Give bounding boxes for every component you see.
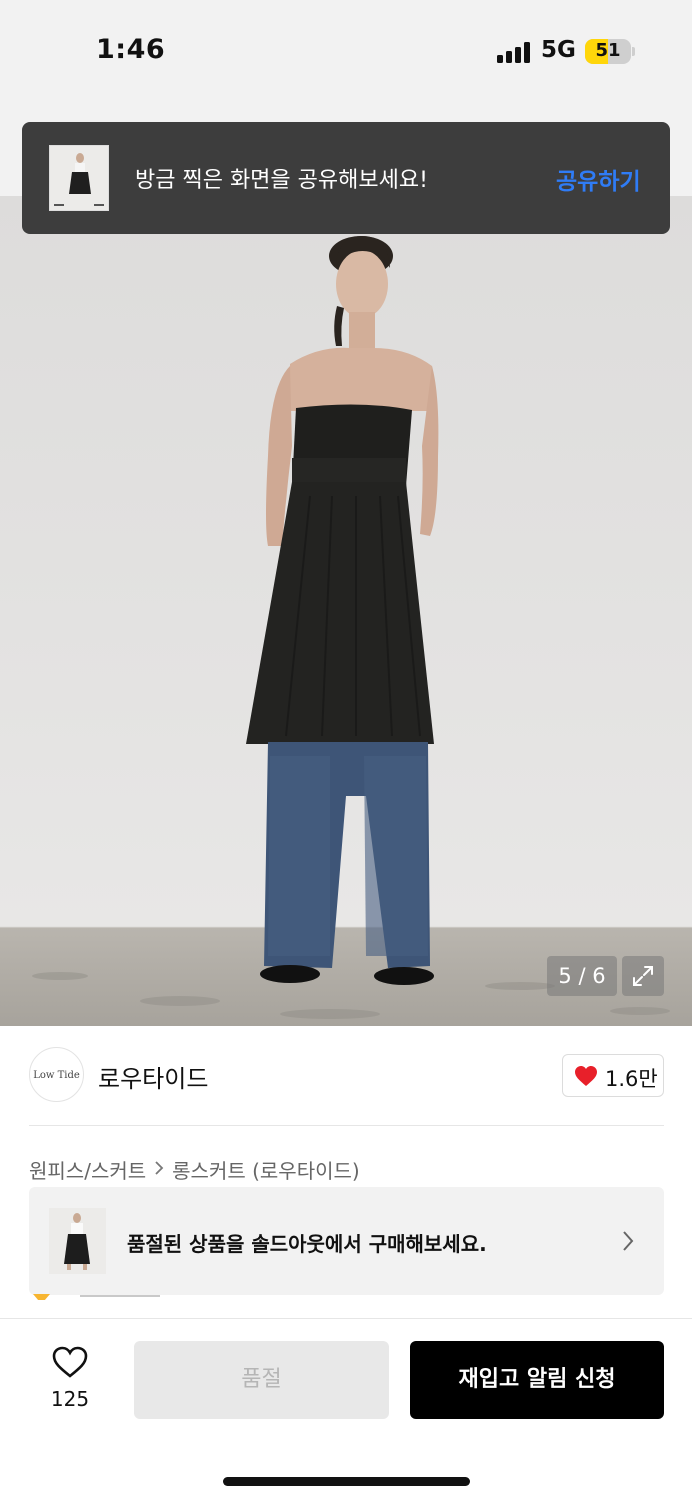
screenshot-thumbnail[interactable]	[49, 145, 109, 211]
heart-outline-icon[interactable]	[51, 1345, 89, 1379]
battery-percent: 51	[595, 40, 621, 61]
section-divider	[29, 1125, 664, 1126]
expand-image-button[interactable]	[622, 956, 664, 996]
network-type: 5G	[541, 37, 576, 63]
restock-alert-button[interactable]: 재입고 알림 신청	[410, 1341, 664, 1419]
battery-icon: 51	[585, 39, 631, 64]
soldout-banner[interactable]: 품절된 상품을 솔드아웃에서 구매해보세요.	[29, 1187, 664, 1295]
soldout-thumbnail	[49, 1208, 106, 1274]
breadcrumb-item-category[interactable]: 원피스/스커트	[29, 1155, 146, 1184]
brand-logo[interactable]: Low Tide	[29, 1047, 84, 1102]
breadcrumb-item-subcategory[interactable]: 롱스커트 (로우타이드)	[172, 1155, 360, 1184]
chevron-right-icon	[154, 1159, 164, 1180]
share-button[interactable]: 공유하기	[556, 162, 641, 196]
soldout-banner-text: 품절된 상품을 솔드아웃에서 구매해보세요.	[127, 1232, 487, 1256]
rating-star-icon	[33, 1294, 50, 1300]
review-underline	[80, 1295, 160, 1297]
home-indicator	[223, 1477, 470, 1486]
chevron-right-icon	[623, 1231, 634, 1251]
share-toast: 방금 찍은 화면을 공유해보세요! 공유하기	[22, 122, 670, 234]
product-detail-page: 1:46 5G 51 5 / 6 방금 찍은 화면을 공유해보세요! 공유하기 …	[0, 0, 692, 1500]
product-photo-illustration	[32, 236, 670, 1019]
heart-filled-icon	[575, 1066, 597, 1086]
product-image[interactable]: 5 / 6	[0, 196, 692, 1026]
brand-name[interactable]: 로우타이드	[98, 1059, 208, 1094]
image-counter: 5 / 6	[547, 956, 617, 996]
soldout-button[interactable]: 품절	[134, 1341, 389, 1419]
brand-like-button[interactable]: 1.6만	[562, 1054, 664, 1097]
toast-message: 방금 찍은 화면을 공유해보세요!	[135, 168, 428, 193]
expand-icon	[633, 966, 653, 986]
wishlist-count: 125	[50, 1387, 90, 1411]
signal-icon	[497, 41, 531, 63]
breadcrumb: 원피스/스커트 롱스커트 (로우타이드)	[29, 1155, 360, 1184]
brand-like-count: 1.6만	[605, 1067, 658, 1091]
status-time: 1:46	[96, 34, 166, 65]
battery-cap	[632, 47, 635, 56]
